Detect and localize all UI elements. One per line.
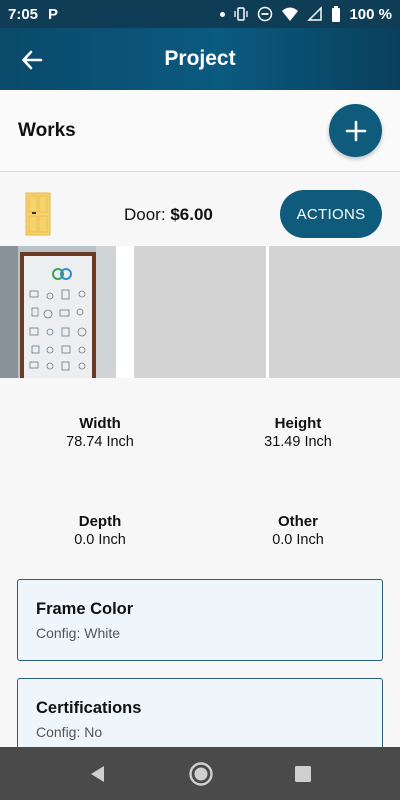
- status-time: 7:05: [8, 5, 39, 23]
- photo-placeholder[interactable]: [268, 246, 400, 378]
- card-subtitle: Config: White: [36, 625, 121, 641]
- item-price-value: $6.00: [170, 205, 213, 224]
- wifi-icon: [282, 7, 299, 21]
- photo-thumbnail[interactable]: [0, 246, 132, 378]
- dnd-icon: [258, 6, 273, 22]
- config-card-certifications[interactable]: Certifications Config: No: [17, 678, 383, 758]
- status-bar: 7:05 P 100 %: [0, 0, 400, 28]
- actions-button[interactable]: ACTIONS: [280, 190, 382, 238]
- vibrate-icon: [234, 7, 249, 21]
- notification-badge: P: [48, 5, 59, 23]
- home-circle-icon[interactable]: [188, 761, 214, 787]
- item-price: Door: $6.00: [124, 205, 213, 225]
- plus-icon: [345, 120, 366, 141]
- door-photo: [0, 246, 116, 378]
- recents-square-icon[interactable]: [294, 765, 312, 783]
- card-subtitle: Config: No: [36, 724, 103, 740]
- dimension-height: Height 31.49 Inch: [198, 415, 398, 450]
- dimension-label: Width: [79, 415, 121, 432]
- battery-icon: [332, 5, 341, 22]
- signal-icon: [307, 6, 323, 21]
- door-icon: [25, 192, 51, 236]
- battery-percent: 100 %: [349, 5, 392, 23]
- dimension-label: Depth: [78, 513, 122, 530]
- system-nav-bar: [0, 747, 400, 800]
- add-work-button[interactable]: [329, 104, 382, 157]
- notification-dot-icon: [220, 11, 226, 17]
- page-title: Project: [164, 47, 236, 70]
- photo-placeholder[interactable]: [134, 246, 266, 378]
- card-title: Certifications: [36, 699, 142, 717]
- card-title: Frame Color: [36, 600, 134, 618]
- dimension-value: 0.0 Inch: [74, 532, 126, 548]
- dimension-depth: Depth 0.0 Inch: [0, 513, 200, 548]
- dimension-other: Other 0.0 Inch: [198, 513, 398, 548]
- photo-gallery: [0, 246, 400, 378]
- works-label: Works: [18, 120, 76, 141]
- config-card-frame-color[interactable]: Frame Color Config: White: [17, 579, 383, 661]
- dimension-label: Other: [277, 513, 318, 530]
- app-bar: Project: [0, 28, 400, 90]
- back-button[interactable]: [18, 46, 46, 74]
- dimension-label: Height: [274, 415, 322, 432]
- back-triangle-icon[interactable]: [88, 764, 108, 784]
- dimension-value: 78.74 Inch: [66, 434, 134, 450]
- dimension-value: 0.0 Inch: [272, 532, 324, 548]
- dimension-value: 31.49 Inch: [264, 434, 332, 450]
- dimension-width: Width 78.74 Inch: [0, 415, 200, 450]
- item-type-label: Door:: [124, 205, 166, 224]
- arrow-left-icon: [22, 50, 43, 70]
